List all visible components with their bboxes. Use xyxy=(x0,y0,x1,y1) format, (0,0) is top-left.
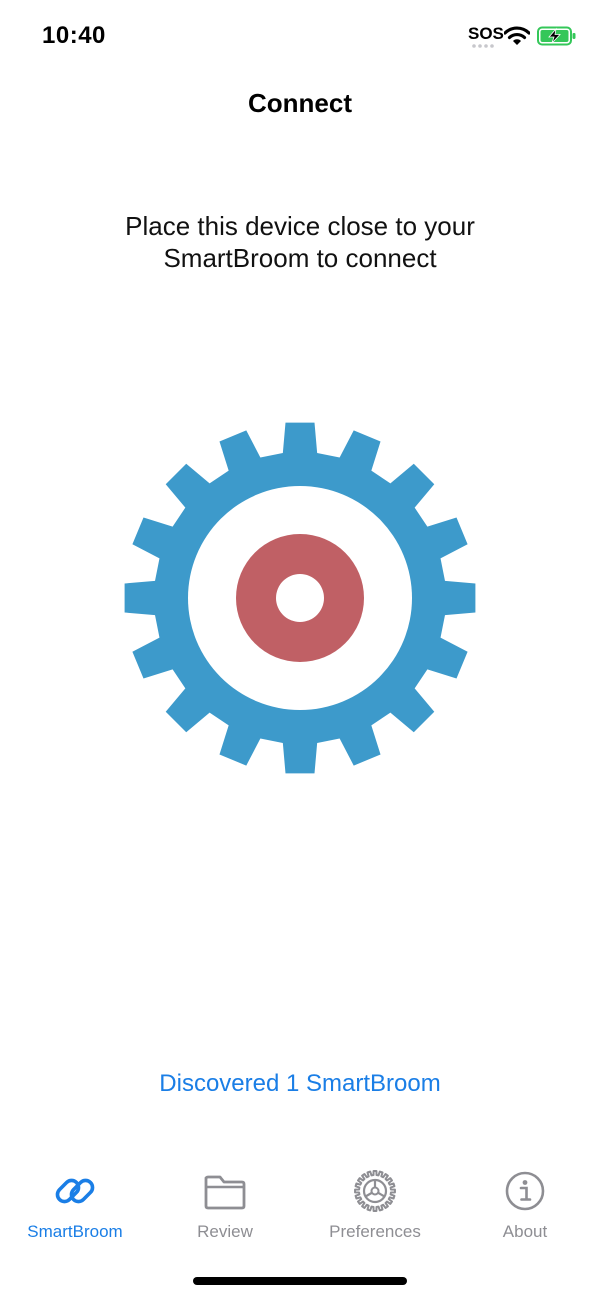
tab-label-smartbroom: SmartBroom xyxy=(27,1222,123,1241)
discovered-devices-link[interactable]: Discovered 1 SmartBroom xyxy=(0,1070,600,1098)
signal-dots-icon xyxy=(472,44,494,48)
tab-smartbroom[interactable]: SmartBroom xyxy=(0,1168,150,1242)
battery-charging-icon xyxy=(537,26,576,46)
status-bar: 10:40 SOS xyxy=(0,0,600,72)
status-time: 10:40 xyxy=(42,22,106,49)
folder-icon xyxy=(204,1175,246,1210)
tab-label-about: About xyxy=(502,1222,548,1241)
tab-label-review: Review xyxy=(197,1222,253,1241)
connect-gear-graphic xyxy=(120,418,480,778)
page-title: Connect xyxy=(248,88,352,118)
tab-preferences[interactable]: Preferences xyxy=(300,1168,450,1242)
tab-review[interactable]: Review xyxy=(150,1168,300,1242)
home-indicator xyxy=(193,1277,407,1285)
gear-icon xyxy=(124,422,476,774)
tab-about[interactable]: About xyxy=(450,1168,600,1242)
gear-icon xyxy=(354,1170,396,1212)
sos-indicator: SOS xyxy=(468,24,504,43)
target-center xyxy=(276,574,324,622)
wifi-icon xyxy=(504,26,530,45)
link-icon xyxy=(55,1178,95,1204)
gear-icon-hub xyxy=(370,1186,380,1196)
tab-bar: SmartBroom Review Preferences About xyxy=(0,1168,600,1248)
info-icon xyxy=(505,1171,545,1211)
tab-label-preferences: Preferences xyxy=(329,1222,421,1241)
connect-instruction: Place this device close to your SmartBro… xyxy=(125,211,475,273)
